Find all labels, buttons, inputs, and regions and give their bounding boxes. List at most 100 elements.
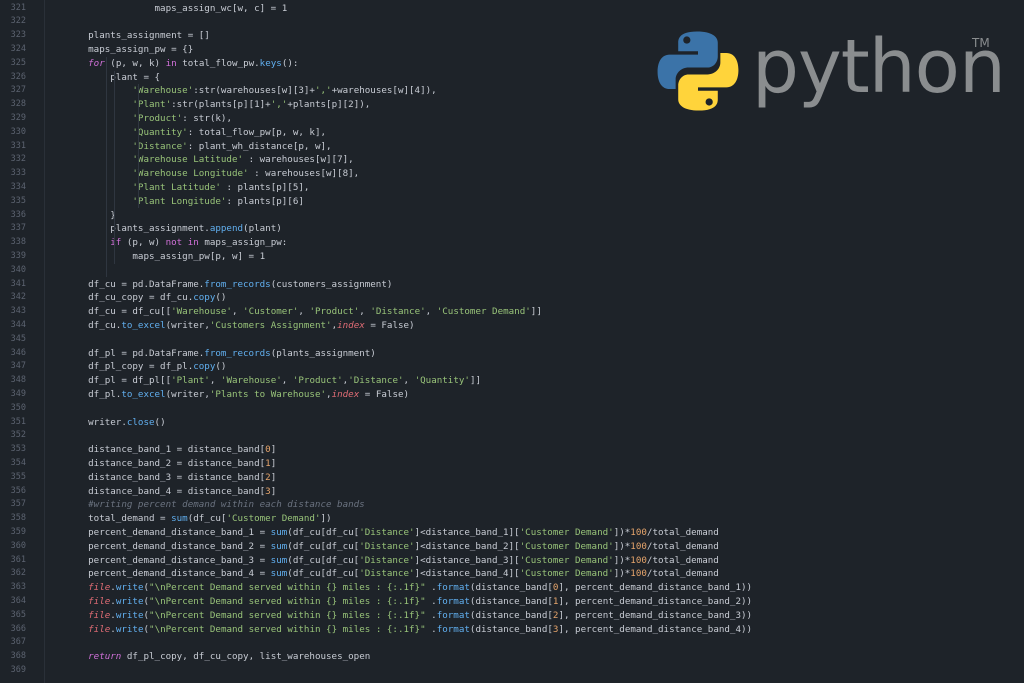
code-line[interactable]: 361 percent_demand_distance_band_3 = sum… (0, 554, 1024, 568)
line-number: 352 (10, 430, 26, 441)
code-line[interactable]: 332 'Warehouse Latitude' : warehouses[w]… (0, 153, 1024, 167)
code-token: ]] (469, 375, 482, 387)
code-token: , (359, 306, 371, 318)
python-logo-icon (657, 31, 739, 111)
code-text: 'Plant Longitude': plants[p][6] (66, 195, 304, 209)
code-token: +warehouses[w][4]), (331, 85, 437, 97)
indent-guide (138, 84, 139, 209)
line-number: 328 (10, 99, 26, 110)
code-line[interactable]: 356 distance_band_4 = distance_band[3] (0, 485, 1024, 499)
code-token: file (88, 582, 111, 594)
code-line[interactable]: 348 df_pl = df_pl[['Plant', 'Warehouse',… (0, 374, 1024, 388)
code-line[interactable]: 360 percent_demand_distance_band_2 = sum… (0, 540, 1024, 554)
code-line[interactable]: 367 (0, 636, 1024, 650)
code-line[interactable]: 334 'Plant Latitude' : plants[p][5], (0, 181, 1024, 195)
code-token: 'Distance' (359, 540, 415, 552)
code-token: 'Customers Assignment' (209, 319, 332, 331)
code-token: } (66, 209, 116, 221)
code-line[interactable]: 340 (0, 264, 1024, 278)
code-token: , (298, 306, 310, 318)
code-line[interactable]: 336 } (0, 209, 1024, 223)
line-number: 332 (10, 154, 26, 165)
code-text: df_cu = pd.DataFrame.from_records(custom… (66, 278, 392, 292)
code-token: 'Warehouse Longitude' (132, 168, 249, 180)
code-token: = False) (364, 319, 415, 331)
code-line[interactable]: 363 file.write("\nPercent Demand served … (0, 581, 1024, 595)
code-token: (distance_band[ (469, 609, 553, 621)
code-token: : str(k), (182, 112, 232, 124)
code-token: 'Customer Demand' (226, 513, 321, 525)
code-line[interactable]: 364 file.write("\nPercent Demand served … (0, 595, 1024, 609)
code-token: (p, w) (121, 237, 166, 249)
code-token: sum (270, 540, 288, 552)
code-line[interactable]: 359 percent_demand_distance_band_1 = sum… (0, 526, 1024, 540)
code-token: ], percent_demand_distance_band_1)) (558, 582, 753, 594)
code-line[interactable]: 355 distance_band_3 = distance_band[2] (0, 471, 1024, 485)
code-line[interactable]: 366 file.write("\nPercent Demand served … (0, 623, 1024, 637)
code-token: (distance_band[ (469, 595, 553, 607)
code-line[interactable]: 351 writer.close() (0, 416, 1024, 430)
code-token: total_flow_pw. (176, 57, 260, 69)
code-token: maps_assign_pw = {} (66, 43, 194, 55)
code-text: df_cu = df_cu[['Warehouse', 'Customer', … (66, 305, 542, 319)
code-text: distance_band_3 = distance_band[2] (66, 471, 276, 485)
code-line[interactable]: 333 'Warehouse Longitude' : warehouses[w… (0, 167, 1024, 181)
code-line[interactable]: 341 df_cu = pd.DataFrame.from_records(cu… (0, 278, 1024, 292)
code-line[interactable]: 347 df_pl_copy = df_pl.copy() (0, 360, 1024, 374)
code-line[interactable]: 353 distance_band_1 = distance_band[0] (0, 443, 1024, 457)
code-line[interactable]: 362 percent_demand_distance_band_4 = sum… (0, 567, 1024, 581)
code-line[interactable]: 321 maps_assign_wc[w, c] = 1 (0, 2, 1024, 16)
code-line[interactable]: 344 df_cu.to_excel(writer,'Customers Ass… (0, 319, 1024, 333)
code-line[interactable]: 368 return df_pl_copy, df_cu_copy, list_… (0, 650, 1024, 664)
code-line[interactable]: 349 df_pl.to_excel(writer,'Plants to War… (0, 388, 1024, 402)
code-token: (): (281, 57, 299, 69)
code-token: 'Warehouse' (171, 306, 232, 318)
code-line[interactable]: 331 'Distance': plant_wh_distance[p, w], (0, 140, 1024, 154)
indent-guide (106, 56, 107, 278)
code-line[interactable]: 330 'Quantity': total_flow_pw[p, w, k], (0, 126, 1024, 140)
code-token: 100 (630, 568, 647, 580)
code-token: (df_cu[ (187, 513, 227, 525)
code-line[interactable]: 358 total_demand = sum(df_cu['Customer D… (0, 512, 1024, 526)
code-line[interactable]: 365 file.write("\nPercent Demand served … (0, 609, 1024, 623)
code-line[interactable]: 369 (0, 664, 1024, 678)
code-line[interactable]: 354 distance_band_2 = distance_band[1] (0, 457, 1024, 471)
code-line[interactable]: 352 (0, 429, 1024, 443)
code-token: distance_band_3 = distance_band[ (66, 471, 266, 483)
code-line[interactable]: 342 df_cu_copy = df_cu.copy() (0, 291, 1024, 305)
code-line[interactable]: 357 #writing percent demand within each … (0, 498, 1024, 512)
code-token: to_excel (121, 388, 166, 400)
code-line[interactable]: 346 df_pl = pd.DataFrame.from_records(pl… (0, 347, 1024, 361)
code-token: ]<distance_band_4][ (414, 568, 520, 580)
code-token: index (337, 319, 365, 331)
code-token: maps_assign_pw: (198, 237, 288, 249)
code-line[interactable]: 335 'Plant Longitude': plants[p][6] (0, 195, 1024, 209)
code-token: percent_demand_distance_band_1 = (66, 526, 271, 538)
code-line[interactable]: 338 if (p, w) not in maps_assign_pw: (0, 236, 1024, 250)
code-token: not in (165, 237, 199, 249)
code-line[interactable]: 337 plants_assignment.append(plant) (0, 222, 1024, 236)
code-text: df_pl = pd.DataFrame.from_records(plants… (66, 347, 376, 361)
code-token: : plant_wh_distance[p, w], (187, 140, 332, 152)
code-text: df_cu_copy = df_cu.copy() (66, 291, 226, 305)
code-line[interactable]: 343 df_cu = df_cu[['Warehouse', 'Custome… (0, 305, 1024, 319)
code-token: 'Customer Demand' (519, 540, 614, 552)
code-line[interactable]: 350 (0, 402, 1024, 416)
line-number: 344 (10, 319, 26, 330)
code-line[interactable]: 339 maps_assign_pw[p, w] = 1 (0, 250, 1024, 264)
line-number: 355 (10, 471, 26, 482)
line-number: 342 (10, 292, 26, 303)
code-token: "\nPercent Demand served within {} miles… (149, 609, 426, 621)
code-token: 'Distance' (359, 526, 415, 538)
code-line[interactable]: 329 'Product': str(k), (0, 112, 1024, 126)
code-token: . (425, 582, 437, 594)
code-token: ])* (613, 526, 631, 538)
code-line[interactable]: 345 (0, 333, 1024, 347)
code-token: ] (270, 485, 277, 497)
code-text: percent_demand_distance_band_2 = sum(df_… (66, 540, 719, 554)
line-number: 347 (10, 361, 26, 372)
